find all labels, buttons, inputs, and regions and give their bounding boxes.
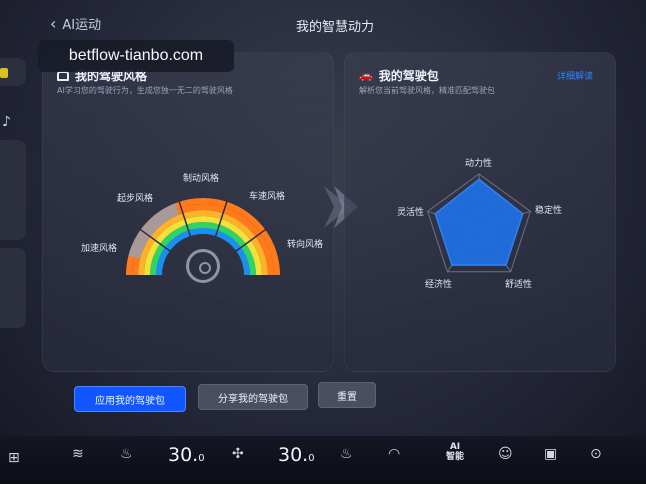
ai-label: AI	[449, 442, 461, 452]
left-rail: ♪	[0, 40, 30, 420]
driving-style-panel: 我的驾驶风格 AI学习您的驾驶行为，生成您独一无二的驾驶风格 加速风格 起步风格…	[42, 52, 334, 372]
bottom-climate-bar: ⊞ ≋ ♨ 30.0 ✣ 30.0 ♨ ◠ AI 智能 ☺ ▣ ⊙	[0, 436, 646, 484]
apply-package-button[interactable]: 应用我的驾驶包	[74, 386, 186, 412]
fan-label-acceleration: 加速风格	[81, 244, 118, 254]
gallery-icon[interactable]: ▣	[544, 446, 557, 462]
music-note-icon[interactable]: ♪	[2, 114, 11, 130]
radar-shape	[434, 178, 524, 266]
steering-wheel-icon	[186, 249, 220, 283]
rail-indicator	[0, 68, 8, 78]
seat-heat-icon[interactable]: ♨	[120, 446, 133, 462]
left-temp-decimal: 0	[198, 453, 205, 464]
radar-label-economy: 经济性	[425, 280, 453, 290]
car-mode-icon[interactable]: ◠	[388, 446, 400, 462]
rear-defrost-icon[interactable]: ≋	[72, 446, 84, 462]
games-icon[interactable]: ⊙	[590, 446, 602, 462]
ai-sublabel: 智能	[446, 452, 465, 462]
radar-label-agility: 灵活性	[397, 208, 425, 218]
assistant-icon[interactable]: ☺	[498, 446, 513, 462]
driving-package-radar-chart	[427, 173, 531, 273]
radar-label-comfort: 舒适性	[505, 280, 533, 290]
fan-label-braking: 制动风格	[183, 174, 220, 184]
apps-grid-icon[interactable]: ⊞	[8, 450, 20, 466]
passenger-seat-heat-icon[interactable]: ♨	[340, 446, 353, 462]
fan-label-steering: 转向风格	[287, 240, 324, 250]
rail-card[interactable]	[0, 248, 26, 328]
top-bar: ‹ AI运动 我的智慧动力	[40, 12, 630, 38]
watermark: betflow-tianbo.com	[38, 40, 234, 72]
radar-label-stability: 稳定性	[535, 206, 563, 216]
left-temp-value: 30.	[168, 444, 199, 466]
right-temp-decimal: 0	[308, 453, 315, 464]
right-temperature[interactable]: 30.0	[278, 444, 315, 466]
left-temperature[interactable]: 30.0	[168, 444, 205, 466]
fan-label-start: 起步风格	[117, 194, 154, 204]
driving-style-fan-chart	[126, 198, 280, 276]
car-infotainment-screen: ♪ ‹ AI运动 我的智慧动力 我的驾驶风格 AI学习您的驾驶行为，生成您独一无…	[0, 0, 646, 484]
reset-button[interactable]: 重置	[318, 382, 376, 408]
rail-card[interactable]	[0, 140, 26, 240]
fan-label-speed: 车速风格	[249, 192, 286, 202]
share-package-button[interactable]: 分享我的驾驶包	[198, 384, 308, 410]
right-temp-value: 30.	[278, 444, 309, 466]
driving-package-panel: 🚗 我的驾驶包 解析您当前驾驶风格，精准匹配驾驶包 详细解读 动力性 稳定性 舒…	[344, 52, 616, 372]
fan-icon[interactable]: ✣	[232, 446, 244, 462]
ai-smart-button[interactable]: AI 智能	[446, 442, 464, 462]
radar-label-power: 动力性	[465, 159, 493, 169]
page-title: 我的智慧动力	[295, 20, 374, 35]
